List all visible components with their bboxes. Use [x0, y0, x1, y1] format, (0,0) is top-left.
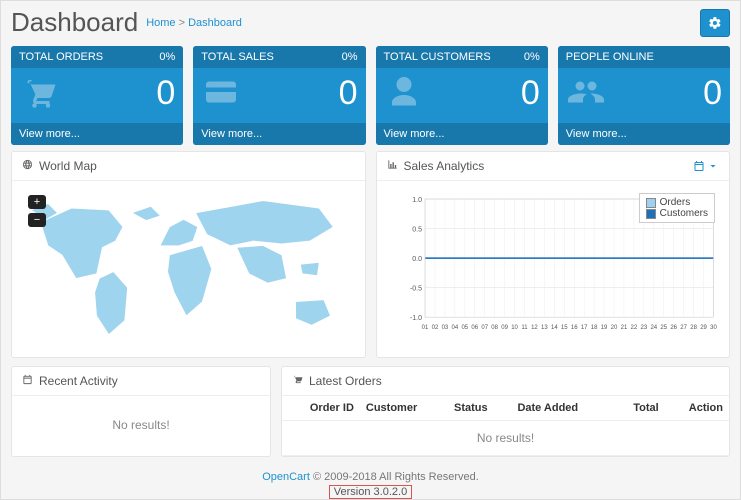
- tile-view-more[interactable]: View more...: [11, 123, 183, 145]
- svg-text:16: 16: [570, 325, 577, 331]
- svg-text:17: 17: [580, 325, 587, 331]
- svg-text:22: 22: [630, 325, 637, 331]
- footer-version: Version 3.0.2.0: [329, 485, 412, 499]
- svg-text:12: 12: [531, 325, 538, 331]
- svg-text:0.0: 0.0: [412, 256, 422, 263]
- tile-icon: [201, 74, 241, 113]
- svg-text:04: 04: [451, 325, 458, 331]
- footer-brand-link[interactable]: OpenCart: [262, 471, 310, 483]
- svg-text:30: 30: [710, 325, 717, 331]
- tile-pct: 0%: [342, 51, 358, 63]
- date-range-button[interactable]: [693, 160, 719, 172]
- col-date-added: Date Added: [511, 396, 612, 421]
- tile-icon: [19, 74, 59, 113]
- world-map-title: World Map: [39, 159, 97, 173]
- gear-icon: [708, 16, 722, 30]
- svg-text:01: 01: [421, 325, 428, 331]
- svg-text:21: 21: [620, 325, 627, 331]
- tile-title: TOTAL CUSTOMERS: [384, 51, 491, 63]
- svg-text:03: 03: [441, 325, 448, 331]
- col-total: Total: [613, 396, 665, 421]
- tile-icon: [566, 74, 606, 113]
- zoom-out-button[interactable]: −: [28, 213, 46, 227]
- svg-text:29: 29: [700, 325, 707, 331]
- footer-copyright: © 2009-2018 All Rights Reserved.: [310, 471, 479, 483]
- col-action: Action: [665, 396, 729, 421]
- recent-activity-empty: No results!: [20, 404, 262, 446]
- svg-text:-1.0: -1.0: [409, 315, 421, 322]
- svg-text:24: 24: [650, 325, 657, 331]
- calendar-icon: [693, 160, 705, 172]
- svg-text:14: 14: [550, 325, 557, 331]
- svg-text:26: 26: [670, 325, 677, 331]
- svg-text:10: 10: [511, 325, 518, 331]
- col-status: Status: [448, 396, 511, 421]
- svg-text:-0.5: -0.5: [409, 286, 421, 293]
- latest-orders-empty: No results!: [282, 421, 729, 456]
- svg-text:18: 18: [590, 325, 597, 331]
- svg-text:0.5: 0.5: [412, 227, 422, 234]
- recent-activity-title: Recent Activity: [39, 374, 118, 388]
- svg-text:19: 19: [600, 325, 607, 331]
- calendar-icon: [22, 374, 33, 388]
- tile-view-more[interactable]: View more...: [193, 123, 365, 145]
- svg-text:11: 11: [521, 325, 528, 331]
- tile-title: TOTAL SALES: [201, 51, 274, 63]
- svg-text:28: 28: [690, 325, 697, 331]
- latest-orders-table: Order ID Customer Status Date Added Tota…: [282, 396, 729, 456]
- cart-icon: [292, 374, 303, 388]
- breadcrumb-current[interactable]: Dashboard: [188, 17, 242, 29]
- breadcrumb: Home > Dashboard: [146, 17, 242, 29]
- svg-text:07: 07: [481, 325, 488, 331]
- tile-pct: 0%: [524, 51, 540, 63]
- svg-text:27: 27: [680, 325, 687, 331]
- latest-orders-title: Latest Orders: [309, 374, 382, 388]
- globe-icon: [22, 159, 33, 173]
- settings-button[interactable]: [700, 9, 730, 37]
- world-map[interactable]: + −: [20, 189, 357, 349]
- tile-title: TOTAL ORDERS: [19, 51, 103, 63]
- tile-view-more[interactable]: View more...: [376, 123, 548, 145]
- sales-analytics-chart: Orders Customers -1.0 -0.5 0.0 0.5 1.0 010203…: [385, 189, 722, 339]
- stat-tile-0: TOTAL ORDERS 0% 0 View more...: [11, 46, 183, 145]
- col-customer: Customer: [360, 396, 448, 421]
- svg-text:05: 05: [461, 325, 468, 331]
- svg-text:25: 25: [660, 325, 667, 331]
- tile-value: 0: [339, 74, 358, 113]
- svg-text:13: 13: [541, 325, 548, 331]
- tile-view-more[interactable]: View more...: [558, 123, 730, 145]
- stat-tile-3: PEOPLE ONLINE 0 View more...: [558, 46, 730, 145]
- stat-tile-2: TOTAL CUSTOMERS 0% 0 View more...: [376, 46, 548, 145]
- svg-text:23: 23: [640, 325, 647, 331]
- svg-text:09: 09: [501, 325, 508, 331]
- page-title: Dashboard: [11, 7, 138, 38]
- bar-chart-icon: [387, 159, 398, 173]
- tile-title: PEOPLE ONLINE: [566, 51, 654, 63]
- breadcrumb-sep: >: [179, 17, 185, 29]
- sales-analytics-title: Sales Analytics: [404, 159, 485, 173]
- tile-value: 0: [156, 74, 175, 113]
- col-order-id: Order ID: [282, 396, 360, 421]
- chart-legend: Orders Customers: [639, 193, 715, 223]
- tile-value: 0: [521, 74, 540, 113]
- stat-tile-1: TOTAL SALES 0% 0 View more...: [193, 46, 365, 145]
- breadcrumb-home[interactable]: Home: [146, 17, 175, 29]
- svg-text:15: 15: [560, 325, 567, 331]
- footer: OpenCart © 2009-2018 All Rights Reserved…: [1, 465, 740, 499]
- svg-text:02: 02: [431, 325, 438, 331]
- svg-text:20: 20: [610, 325, 617, 331]
- caret-down-icon: [707, 160, 719, 172]
- tile-pct: 0%: [159, 51, 175, 63]
- tile-icon: [384, 74, 424, 113]
- zoom-in-button[interactable]: +: [28, 195, 46, 209]
- svg-text:08: 08: [491, 325, 498, 331]
- svg-text:06: 06: [471, 325, 478, 331]
- tile-value: 0: [703, 74, 722, 113]
- svg-text:1.0: 1.0: [412, 197, 422, 204]
